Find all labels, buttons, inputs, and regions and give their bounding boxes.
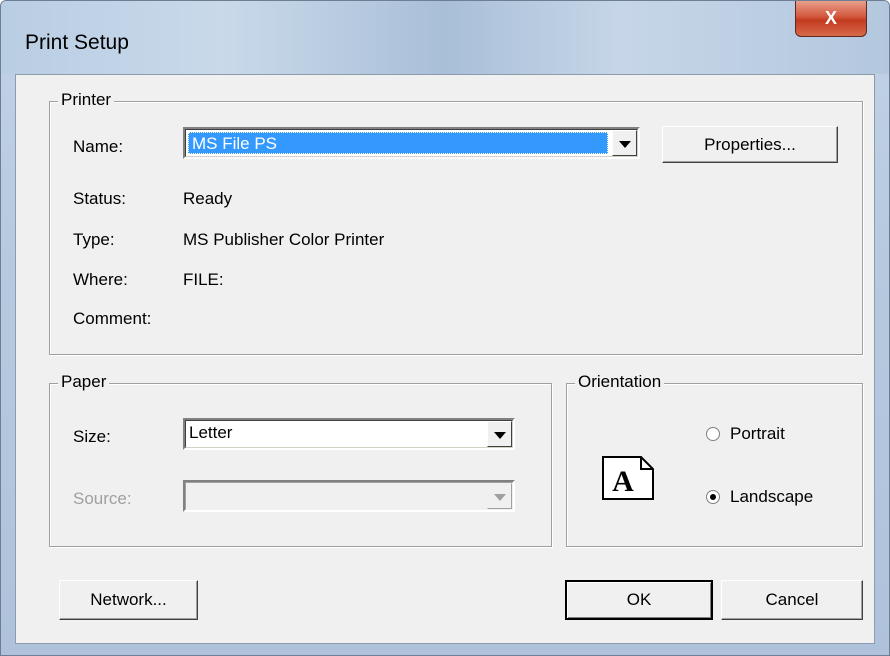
- paper-group-title: Paper: [58, 372, 110, 392]
- page-letter-icon: A: [602, 456, 654, 500]
- printer-group-title: Printer: [58, 90, 115, 110]
- window-title: Print Setup: [25, 31, 129, 54]
- where-label: Where:: [73, 270, 128, 289]
- portrait-radio[interactable]: [706, 427, 720, 441]
- printer-name-select[interactable]: MS File PS: [183, 127, 640, 159]
- printer-name-value: MS File PS: [188, 132, 608, 154]
- type-label: Type:: [73, 230, 115, 249]
- chevron-down-icon: [494, 494, 506, 501]
- close-icon[interactable]: X: [825, 8, 837, 28]
- paper-size-dropdown-button[interactable]: [487, 421, 512, 447]
- status-value: Ready: [183, 189, 233, 208]
- title-bar[interactable]: Print Setup X: [1, 1, 889, 74]
- landscape-radio-dot: [710, 494, 716, 500]
- comment-label: Comment:: [73, 309, 152, 328]
- name-label: Name:: [73, 137, 123, 157]
- printer-name-dropdown-button[interactable]: [612, 130, 637, 156]
- cancel-button[interactable]: Cancel: [721, 580, 863, 620]
- network-button[interactable]: Network...: [59, 580, 198, 620]
- name-label-text: Name:: [73, 137, 124, 156]
- print-setup-dialog: Print Setup X Printer Name: MS File PS P…: [0, 0, 890, 656]
- chevron-down-icon: [494, 432, 506, 439]
- paper-source-select: [183, 480, 515, 512]
- size-label: Size:: [73, 427, 111, 446]
- chevron-down-icon: [619, 141, 631, 148]
- close-button[interactable]: X: [795, 1, 867, 37]
- paper-group: Paper: [49, 372, 552, 547]
- orientation-group-title: Orientation: [575, 372, 665, 392]
- paper-size-select[interactable]: Letter: [183, 418, 515, 450]
- dialog-body: Printer Name: MS File PS Properties... S…: [15, 74, 875, 644]
- ok-button[interactable]: OK: [565, 580, 713, 620]
- landscape-label[interactable]: Landscape: [730, 487, 813, 507]
- paper-size-value: Letter: [189, 423, 233, 442]
- type-value: MS Publisher Color Printer: [183, 230, 385, 249]
- portrait-label[interactable]: Portrait: [730, 424, 785, 444]
- source-label: Source:: [73, 489, 132, 508]
- page-letter-text: A: [612, 465, 634, 498]
- where-value: FILE:: [183, 270, 224, 289]
- landscape-radio[interactable]: [706, 490, 720, 504]
- paper-source-dropdown-button: [487, 483, 512, 509]
- status-label: Status:: [73, 189, 126, 208]
- properties-button[interactable]: Properties...: [662, 126, 838, 163]
